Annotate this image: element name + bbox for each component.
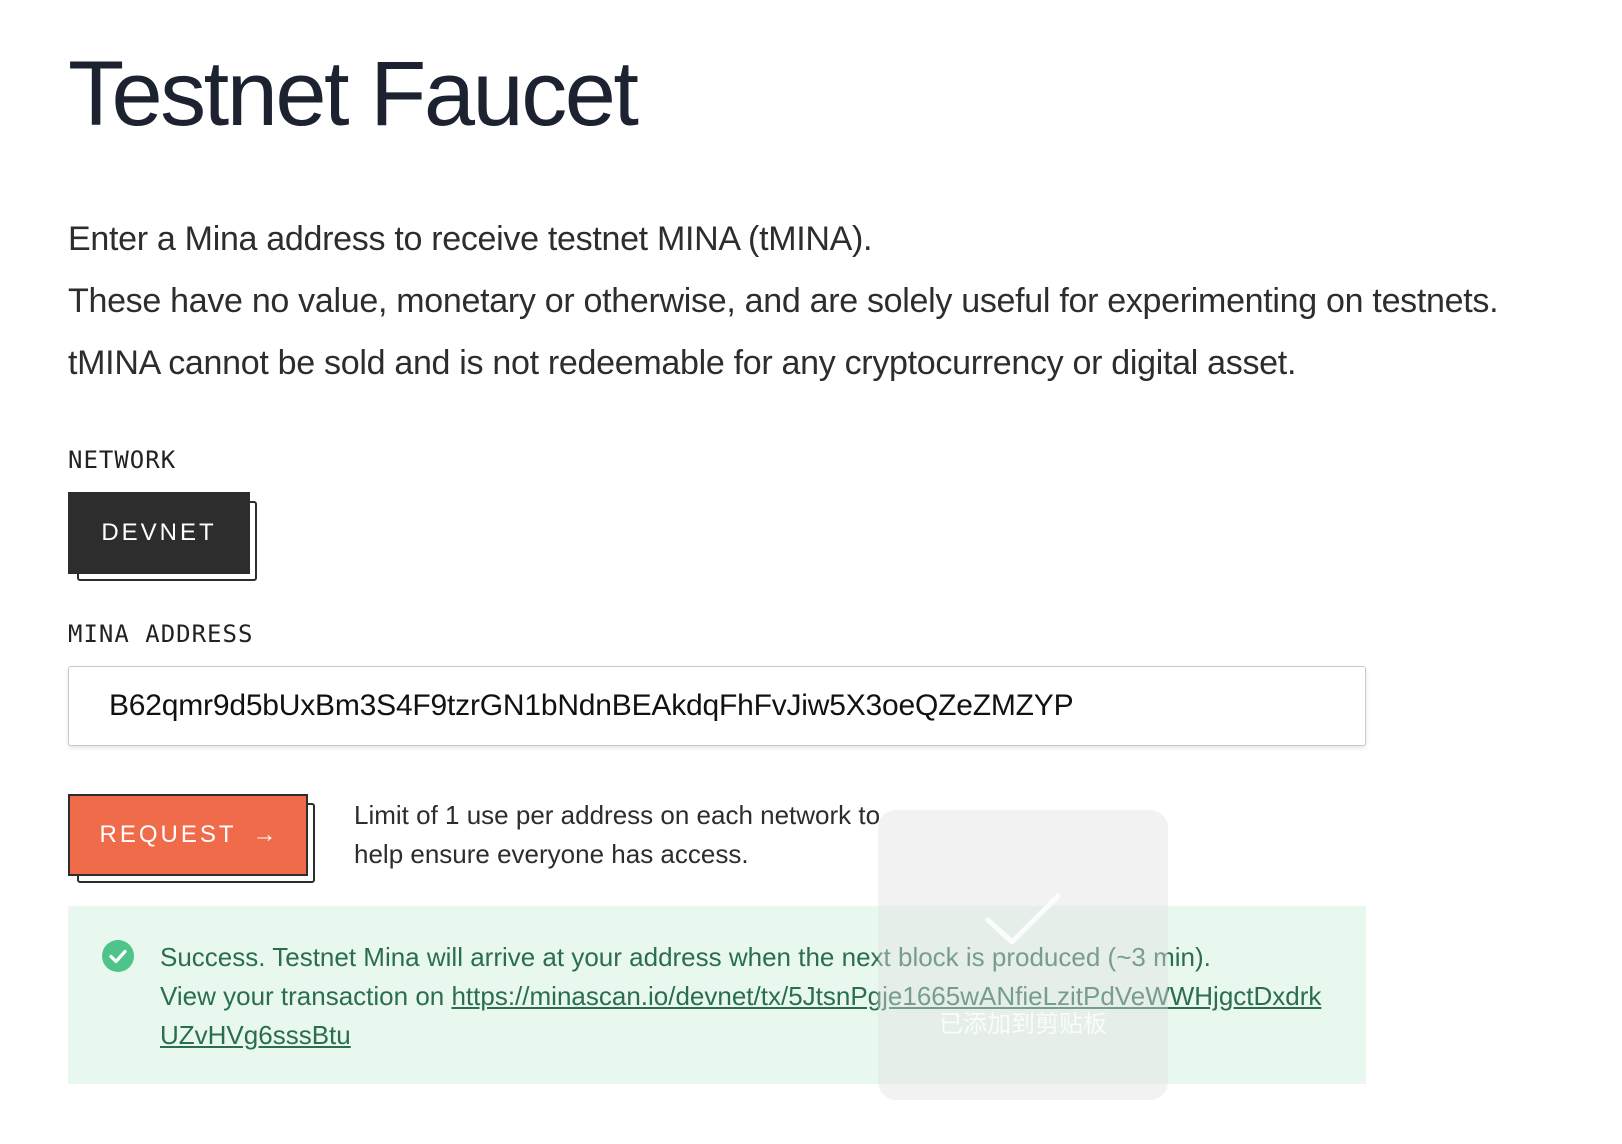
check-circle-icon: [102, 940, 134, 972]
transaction-prefix: View your transaction on: [160, 981, 452, 1011]
success-banner: Success. Testnet Mina will arrive at you…: [68, 906, 1366, 1084]
toast-text: 已添加到剪贴板: [939, 1011, 1107, 1038]
network-label: NETWORK: [68, 446, 177, 474]
intro-line: tMINA cannot be sold and is not redeemab…: [68, 344, 1297, 382]
request-button-label: REQUEST: [99, 821, 237, 848]
address-label: MINA ADDRESS: [68, 620, 254, 648]
request-button[interactable]: REQUEST →: [68, 794, 308, 876]
page-title: Testnet Faucet: [68, 43, 639, 145]
checkmark-icon: [985, 893, 1061, 945]
network-selector: DEVNET: [68, 492, 258, 582]
limit-note: Limit of 1 use per address on each netwo…: [354, 800, 881, 869]
clipboard-toast: 已添加到剪贴板: [878, 810, 1168, 1100]
intro-line: These have no value, monetary or otherwi…: [68, 282, 1499, 320]
intro-line: Enter a Mina address to receive testnet …: [68, 220, 873, 258]
intro-text: Enter a Mina address to receive testnet …: [68, 208, 1608, 394]
address-input[interactable]: [69, 667, 1365, 745]
address-field: [68, 666, 1366, 746]
devnet-button[interactable]: DEVNET: [68, 492, 250, 574]
request-button-group: REQUEST →: [68, 794, 316, 884]
arrow-right-icon: →: [252, 821, 277, 848]
faucet-page: Testnet Faucet Enter a Mina address to r…: [0, 0, 1622, 1144]
